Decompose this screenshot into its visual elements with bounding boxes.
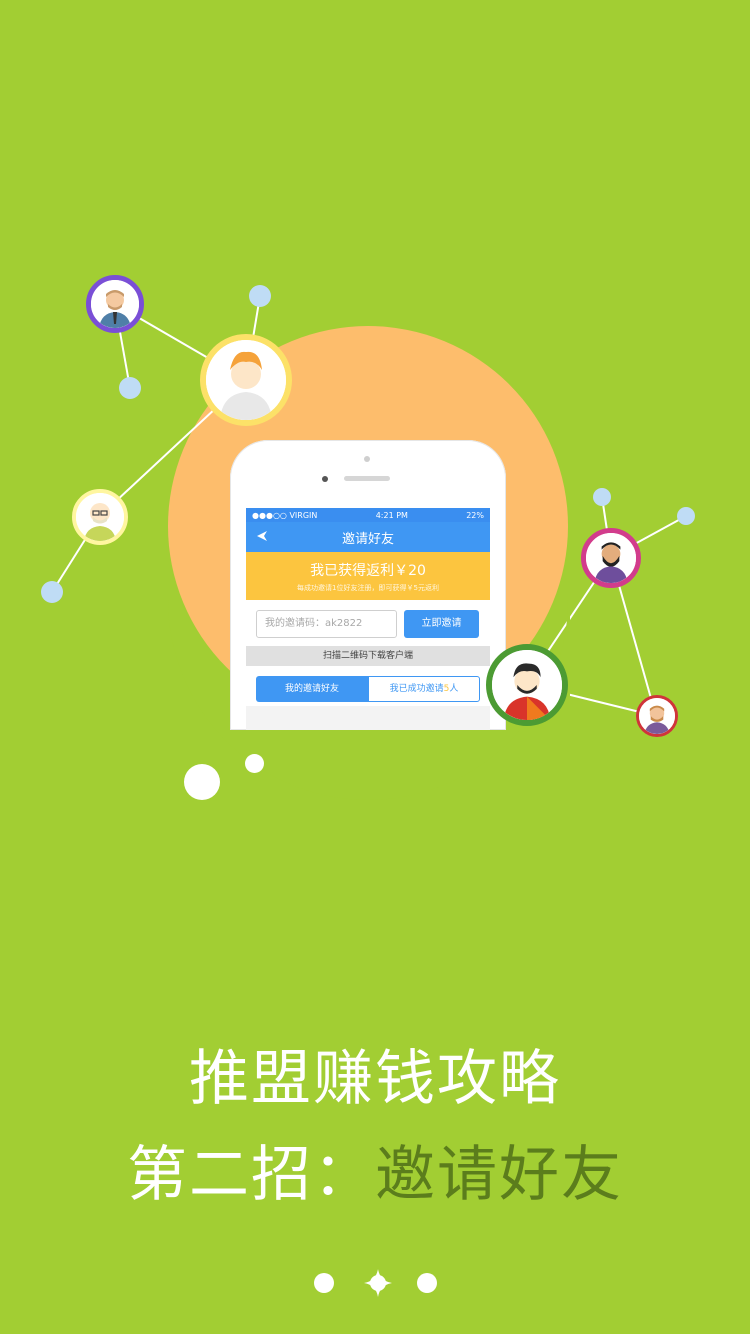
thought-bubble-large — [184, 764, 220, 800]
avatar-glasses-man-icon — [72, 489, 128, 545]
avatar-man-suit-icon — [86, 275, 144, 333]
avatar-red-shirt-man-icon — [486, 644, 568, 726]
page-dot-active-icon[interactable] — [364, 1269, 392, 1297]
avatar-bearded-man-icon — [581, 528, 641, 588]
headline-line2-accent: 邀请好友 — [375, 1140, 623, 1210]
headline-line2-prefix: 第二招： — [127, 1140, 375, 1210]
headline-line1: 推盟赚钱攻略 — [189, 1044, 561, 1114]
page-dot-3[interactable] — [417, 1273, 437, 1293]
headline-line2: 第二招：邀请好友 — [0, 1126, 750, 1213]
avatar-small-man-icon — [636, 695, 678, 737]
avatar-orange-hair-icon — [200, 334, 292, 426]
page-indicator — [0, 1268, 750, 1298]
page-dot-1[interactable] — [314, 1273, 334, 1293]
thought-bubble-small — [245, 754, 264, 773]
